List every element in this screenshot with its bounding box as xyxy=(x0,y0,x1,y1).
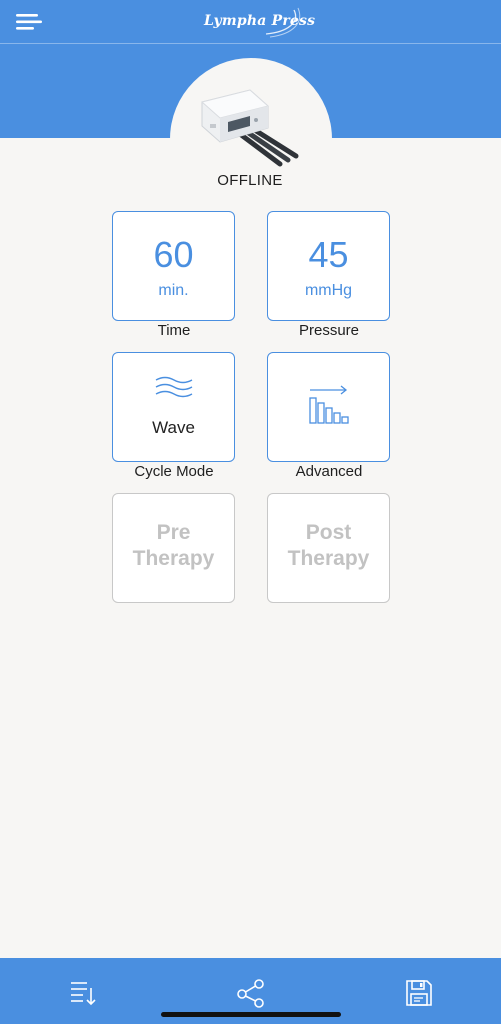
list-sort-button[interactable] xyxy=(68,978,98,1013)
share-icon xyxy=(237,979,264,1008)
header-divider xyxy=(0,43,501,44)
pre-therapy-tile[interactable]: Pre Therapy xyxy=(112,493,235,603)
pressure-value: 45 xyxy=(308,234,349,275)
wave-icon xyxy=(155,376,193,398)
save-icon xyxy=(406,980,432,1006)
brand-logo: Lympha Press xyxy=(196,4,316,38)
post-therapy-line1: Post xyxy=(305,521,352,544)
pre-therapy-line2: Therapy xyxy=(132,547,215,570)
post-therapy-line2: Therapy xyxy=(287,547,370,570)
advanced-tile[interactable] xyxy=(267,352,390,462)
pressure-tile[interactable]: 45 mmHg xyxy=(267,211,390,321)
home-indicator xyxy=(161,1012,341,1017)
list-sort-icon xyxy=(71,982,96,1006)
pressure-label: Pressure xyxy=(298,322,360,339)
post-therapy-tile[interactable]: Post Therapy xyxy=(267,493,390,603)
pre-therapy-line1: Pre xyxy=(156,521,191,544)
time-value: 60 xyxy=(153,234,194,275)
advanced-label: Advanced xyxy=(295,463,363,480)
pressure-unit: mmHg xyxy=(304,282,353,299)
time-tile[interactable]: 60 min. xyxy=(112,211,235,321)
time-unit: min. xyxy=(158,282,189,299)
cycle-mode-label: Cycle Mode xyxy=(134,463,214,480)
time-label: Time xyxy=(157,322,191,339)
cycle-mode-value: Wave xyxy=(152,418,195,437)
pump-device-image xyxy=(200,89,299,167)
menu-button[interactable] xyxy=(14,12,44,32)
brand-name: Lympha Press xyxy=(204,13,316,29)
device-status: OFFLINE xyxy=(217,172,283,189)
menu-icon xyxy=(16,14,42,30)
bar-chart-arrow-icon xyxy=(309,385,349,424)
cycle-mode-tile[interactable]: Wave xyxy=(112,352,235,462)
share-button[interactable] xyxy=(236,978,266,1013)
save-button[interactable] xyxy=(404,978,434,1013)
